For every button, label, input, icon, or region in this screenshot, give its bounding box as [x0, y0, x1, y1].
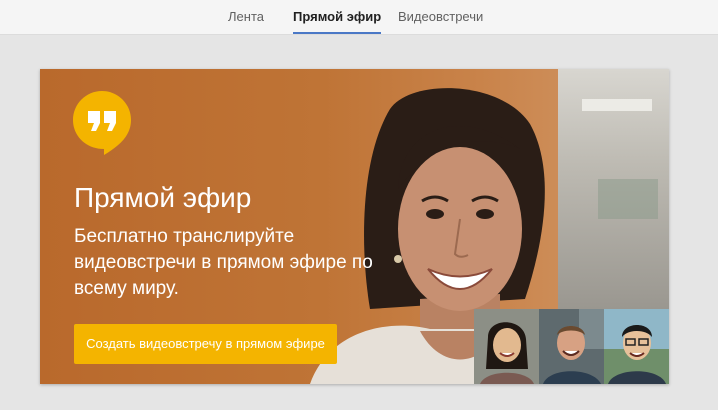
tab-feed[interactable]: Лента — [228, 0, 264, 34]
hangouts-quote-icon — [73, 91, 131, 155]
participant-thumb — [539, 309, 604, 384]
tab-live[interactable]: Прямой эфир — [293, 0, 382, 34]
participant-thumbnails — [474, 309, 669, 384]
promo-subtitle: Бесплатно транслируйте видеовстречи в пр… — [74, 226, 373, 299]
create-live-call-button[interactable]: Создать видеовстречу в прямом эфире — [74, 324, 337, 364]
live-promo-card: Прямой эфир Бесплатно транслируйте видео… — [40, 69, 669, 384]
tab-video-calls[interactable]: Видеовстречи — [398, 0, 483, 34]
office-background — [558, 69, 669, 309]
participant-thumb — [474, 309, 539, 384]
participant-thumb — [604, 309, 669, 384]
promo-title: Прямой эфир — [74, 182, 252, 213]
top-tab-bar: Лента Прямой эфир Видеовстречи — [0, 0, 718, 35]
